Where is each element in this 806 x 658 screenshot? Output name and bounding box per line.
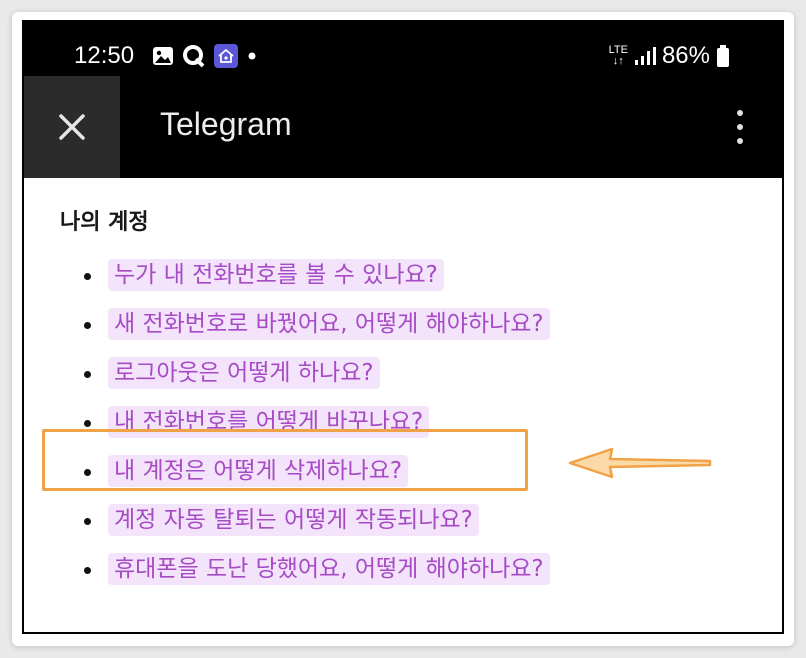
battery-percent: 86% bbox=[661, 42, 710, 69]
annotation-arrow-icon bbox=[568, 447, 712, 479]
section-title: 나의 계정 bbox=[60, 210, 149, 235]
notification-icons bbox=[152, 44, 258, 68]
list-item: 로그아웃은 어떻게 하나요? bbox=[24, 354, 782, 403]
status-time: 12:50 bbox=[74, 42, 135, 69]
app-bar: Telegram bbox=[24, 76, 782, 178]
home-app-icon bbox=[214, 44, 238, 68]
network-type: LTE bbox=[608, 44, 628, 56]
q-app-icon bbox=[183, 45, 205, 68]
list-item: 휴대폰을 도난 당했어요, 어떻게 해야하나요? bbox=[24, 550, 782, 599]
status-right: LTE ↓↑ 86% bbox=[609, 42, 730, 70]
app-title: Telegram bbox=[160, 106, 292, 142]
faq-list: 누가 내 전화번호를 볼 수 있나요? 새 전화번호로 바꿨어요, 어떻게 해야… bbox=[24, 256, 782, 599]
bullet-icon bbox=[84, 567, 91, 574]
list-item: 누가 내 전화번호를 볼 수 있나요? bbox=[24, 256, 782, 305]
dot-icon bbox=[248, 52, 256, 60]
close-icon bbox=[59, 114, 85, 140]
lte-icon: LTE ↓↑ bbox=[608, 44, 628, 67]
bullet-icon bbox=[84, 322, 91, 329]
more-vert-icon bbox=[737, 110, 743, 116]
status-bar: 12:50 LTE ↓↑ 86% bbox=[24, 22, 782, 78]
bullet-icon bbox=[84, 518, 91, 525]
list-item: 새 전화번호로 바꿨어요, 어떻게 해야하나요? bbox=[24, 305, 782, 354]
faq-link[interactable]: 휴대폰을 도난 당했어요, 어떻게 해야하나요? bbox=[108, 553, 550, 585]
battery-icon bbox=[717, 45, 729, 67]
phone-screen: 12:50 LTE ↓↑ 86% Telegram 나의 계정 누가 내 전화번… bbox=[22, 20, 784, 634]
bullet-icon bbox=[84, 371, 91, 378]
bullet-icon bbox=[84, 273, 91, 280]
signal-icon bbox=[634, 47, 656, 65]
faq-link[interactable]: 로그아웃은 어떻게 하나요? bbox=[108, 357, 380, 389]
annotation-highlight-box bbox=[42, 429, 528, 491]
bullet-icon bbox=[84, 420, 91, 427]
more-options-button[interactable] bbox=[734, 110, 746, 144]
faq-link[interactable]: 계정 자동 탈퇴는 어떻게 작동되나요? bbox=[108, 504, 479, 536]
faq-link[interactable]: 새 전화번호로 바꿨어요, 어떻게 해야하나요? bbox=[108, 308, 550, 340]
list-item: 계정 자동 탈퇴는 어떻게 작동되나요? bbox=[24, 501, 782, 550]
faq-link[interactable]: 누가 내 전화번호를 볼 수 있나요? bbox=[108, 259, 444, 291]
close-button[interactable] bbox=[24, 76, 120, 178]
gallery-icon bbox=[153, 47, 173, 65]
